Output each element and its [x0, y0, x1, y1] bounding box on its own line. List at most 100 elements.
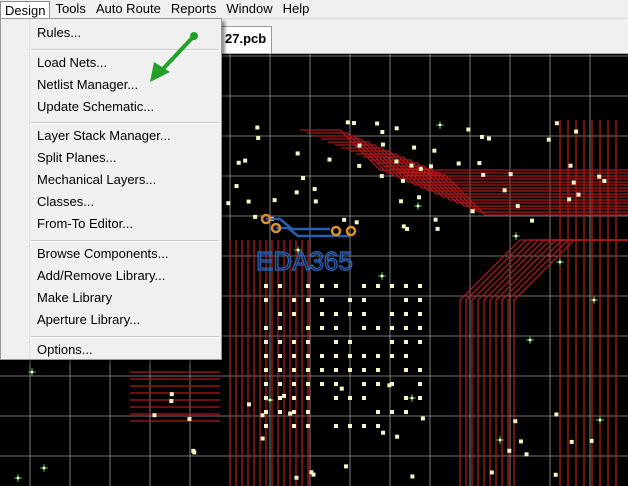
pad	[362, 298, 366, 302]
pad	[348, 368, 352, 372]
menu-item-add-remove-library[interactable]: Add/Remove Library...	[3, 265, 219, 287]
pad	[481, 172, 486, 177]
menu-item-rules[interactable]: Rules...	[3, 22, 219, 44]
via	[268, 398, 272, 402]
pad	[187, 417, 192, 422]
pad	[375, 121, 380, 126]
menu-item-split-planes[interactable]: Split Planes...	[3, 147, 219, 169]
pad	[278, 340, 282, 344]
pad	[376, 410, 380, 414]
pad	[264, 298, 268, 302]
pad	[376, 326, 380, 330]
pad	[292, 382, 296, 386]
menu-auto-route[interactable]: Auto Route	[91, 0, 166, 18]
pad	[264, 340, 268, 344]
pad	[524, 452, 529, 457]
pad	[320, 354, 324, 358]
pad	[390, 326, 394, 330]
pad	[306, 340, 310, 344]
menu-item-update-schematic[interactable]: Update Schematic...	[3, 96, 219, 118]
pad	[418, 396, 422, 400]
menu-item-options[interactable]: Options...	[3, 339, 219, 361]
pad	[390, 340, 394, 344]
pad	[567, 197, 572, 202]
pad	[362, 354, 366, 358]
pad	[362, 312, 366, 316]
menu-item-layer-stack-manager[interactable]: Layer Stack Manager...	[3, 125, 219, 147]
pad	[306, 326, 310, 330]
pad	[294, 475, 299, 480]
pad	[602, 179, 607, 184]
pad	[292, 340, 296, 344]
via	[598, 418, 602, 422]
via	[438, 123, 442, 127]
pad	[409, 163, 414, 168]
pad	[334, 354, 338, 358]
pad	[404, 354, 408, 358]
pad	[264, 410, 268, 414]
via	[592, 298, 596, 302]
pad	[278, 326, 282, 330]
via	[16, 476, 20, 480]
pad	[418, 340, 422, 344]
pad	[278, 354, 282, 358]
via	[42, 466, 46, 470]
pad	[278, 382, 282, 386]
menu-design[interactable]: Design	[0, 0, 51, 19]
menu-window[interactable]: Window	[221, 0, 277, 18]
pad	[404, 410, 408, 414]
pad	[320, 298, 324, 302]
menu-item-browse-components[interactable]: Browse Components...	[3, 243, 219, 265]
via	[514, 234, 518, 238]
pad	[295, 151, 300, 156]
menu-item-from-to-editor[interactable]: From-To Editor...	[3, 213, 219, 235]
pad	[489, 470, 494, 475]
menu-item-make-library[interactable]: Make Library	[3, 287, 219, 309]
document-tab-label: 27.pcb	[225, 31, 267, 46]
pad	[334, 396, 338, 400]
pad	[334, 368, 338, 372]
pad	[264, 396, 268, 400]
pad	[513, 419, 518, 424]
pad	[404, 368, 408, 372]
menu-item-aperture-library[interactable]: Aperture Library...	[3, 309, 219, 331]
menu-item-netlist-manager[interactable]: Netlist Manager...	[3, 74, 219, 96]
via	[296, 248, 300, 252]
menu-reports[interactable]: Reports	[166, 0, 222, 18]
menu-tools[interactable]: Tools	[50, 0, 90, 18]
pad	[554, 121, 559, 126]
pad	[569, 439, 574, 444]
pad	[357, 143, 362, 148]
pad	[400, 178, 405, 183]
pad	[320, 284, 324, 288]
pad	[334, 312, 338, 316]
pad	[554, 412, 559, 417]
pad	[428, 164, 433, 169]
pad	[435, 226, 440, 231]
pad	[597, 174, 602, 179]
pad	[507, 448, 512, 453]
pad	[334, 340, 338, 344]
pad	[456, 161, 461, 166]
menu-help[interactable]: Help	[278, 0, 315, 18]
pad	[264, 354, 268, 358]
pad	[306, 382, 310, 386]
pad	[343, 464, 348, 469]
pad	[404, 340, 408, 344]
pad	[348, 312, 352, 316]
pad	[247, 402, 252, 407]
pad	[292, 396, 296, 400]
menu-item-load-nets[interactable]: Load Nets...	[3, 52, 219, 74]
pad	[312, 187, 317, 192]
menu-item-classes[interactable]: Classes...	[3, 191, 219, 213]
via	[416, 204, 420, 208]
menu-item-mechanical-layers[interactable]: Mechanical Layers...	[3, 169, 219, 191]
pad	[260, 436, 265, 441]
pad	[334, 382, 338, 386]
pad	[169, 399, 174, 404]
pad	[376, 368, 380, 372]
pad	[589, 438, 594, 443]
menu-separator	[31, 336, 219, 338]
pad	[301, 176, 306, 181]
pad	[418, 382, 422, 386]
